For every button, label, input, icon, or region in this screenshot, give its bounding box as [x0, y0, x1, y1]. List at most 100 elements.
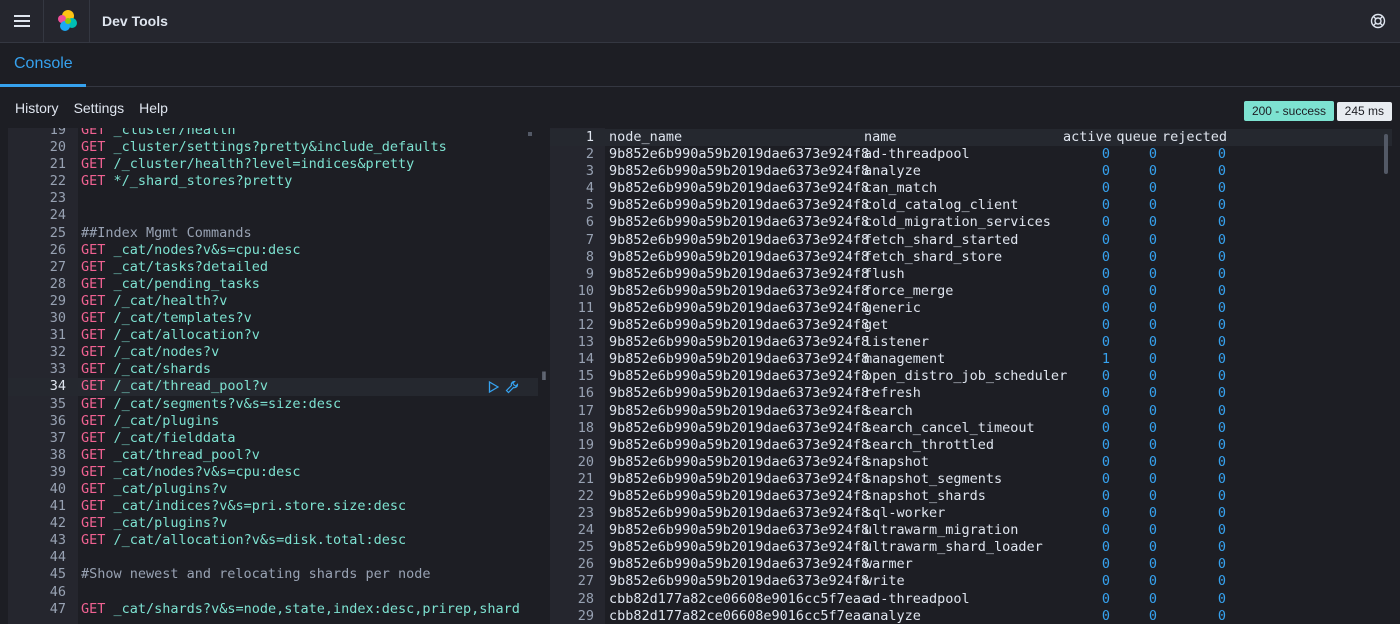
editor-line[interactable]: 45 #Show newest and relocating shards per… [8, 566, 538, 583]
cell-node-name: 9b852e6b990a59b2019dae6373e924f8 [609, 487, 870, 504]
line-number: 21 [49, 156, 66, 173]
cell-queue: 0 [1148, 197, 1157, 214]
editor-line[interactable]: 25 ##Index Mgmt Commands [8, 225, 538, 242]
editor-line[interactable]: 39 GET _cat/nodes?v&s=cpu:desc [8, 464, 538, 481]
editor-line[interactable]: 46 [8, 584, 538, 601]
editor-line[interactable]: 40 GET _cat/plugins?v [8, 481, 538, 498]
output-row: 3 9b852e6b990a59b2019dae6373e924f8 analyze… [550, 163, 1392, 180]
code-text: ##Index Mgmt Commands [81, 225, 252, 242]
editor-line[interactable]: 27 GET _cat/tasks?detailed [8, 259, 538, 276]
editor-line[interactable]: 30 GET /_cat/templates?v [8, 310, 538, 327]
settings-link[interactable]: Settings [74, 100, 125, 116]
output-row: 10 9b852e6b990a59b2019dae6373e924f8 force_… [550, 283, 1392, 300]
line-number: 6 [585, 214, 594, 231]
editor-line[interactable]: 44 [8, 549, 538, 566]
editor-line[interactable]: 23 [8, 190, 538, 207]
cell-node-name: 9b852e6b990a59b2019dae6373e924f8 [609, 573, 870, 590]
output-row: 25 9b852e6b990a59b2019dae6373e924f8 ultraw… [550, 539, 1392, 556]
editor-line[interactable]: 33 GET /_cat/shards [8, 361, 538, 378]
cell-rejected: 0 [1217, 197, 1226, 214]
http-method: GET [81, 156, 106, 173]
cell-rejected: 0 [1217, 146, 1226, 163]
request-editor[interactable]: 19 GET _cluster/health 20 GET _cluster/sett… [8, 128, 538, 624]
tab-active-indicator [0, 84, 86, 87]
response-output[interactable]: 1 node_name name active queue rejected 2 9b852e… [550, 128, 1392, 624]
editor-line[interactable]: 28 GET _cat/pending_tasks [8, 276, 538, 293]
code-text: #Show newest and relocating shards per n… [81, 566, 431, 583]
cell-rejected: 0 [1217, 334, 1226, 351]
output-row: 12 9b852e6b990a59b2019dae6373e924f8 get 0 0 0 [550, 317, 1392, 334]
line-number: 37 [49, 429, 66, 446]
line-number: 1 [585, 129, 594, 145]
cell-active: 0 [1101, 282, 1110, 299]
tab-console[interactable]: Console [14, 55, 73, 73]
cell-name: generic [864, 299, 921, 316]
top-header: Dev Tools [0, 0, 1400, 43]
history-link[interactable]: History [15, 100, 59, 116]
output-scrollbar[interactable] [1384, 134, 1388, 174]
cell-node-name: 9b852e6b990a59b2019dae6373e924f8 [609, 317, 870, 334]
cell-queue: 0 [1148, 214, 1157, 231]
cell-name: refresh [864, 385, 921, 402]
editor-line[interactable]: 29 GET /_cat/health?v [8, 293, 538, 310]
line-number: 34 [49, 378, 66, 395]
cell-name: fetch_shard_store [864, 248, 1003, 265]
editor-line[interactable]: 21 GET /_cluster/health?level=indices&pre… [8, 156, 538, 173]
cell-rejected: 0 [1217, 539, 1226, 556]
editor-line[interactable]: 35 GET /_cat/segments?v&s=size:desc [8, 396, 538, 413]
column-header-name: name [864, 129, 897, 145]
column-header-active: active [1063, 129, 1112, 145]
code-text: GET /_cat/health?v [81, 293, 227, 310]
line-number: 18 [577, 419, 594, 436]
elastic-logo[interactable] [44, 0, 90, 43]
editor-line[interactable]: 20 GET _cluster/settings?pretty&include_d… [8, 139, 538, 156]
editor-line[interactable]: 19 GET _cluster/health [8, 128, 538, 139]
cell-rejected: 0 [1217, 522, 1226, 539]
cell-queue: 0 [1148, 419, 1157, 436]
cell-name: warmer [864, 556, 913, 573]
panel-resize-handle[interactable]: ‖ [538, 128, 550, 624]
help-menu-button[interactable] [1368, 11, 1388, 31]
line-number: 29 [577, 607, 594, 624]
request-path: _cat/thread_pool?v [113, 446, 260, 463]
line-number: 16 [577, 385, 594, 402]
editor-line[interactable]: 42 GET _cat/plugins?v [8, 515, 538, 532]
play-icon[interactable] [488, 380, 499, 393]
editor-line[interactable]: 38 GET _cat/thread_pool?v [8, 447, 538, 464]
cell-rejected: 0 [1217, 453, 1226, 470]
http-method: GET [81, 327, 106, 344]
cell-active: 0 [1101, 146, 1110, 163]
request-path: _cat/nodes?v&s=cpu:desc [113, 241, 301, 258]
column-header-node-name: node_name [609, 129, 683, 145]
line-number: 23 [577, 505, 594, 522]
cell-rejected: 0 [1217, 231, 1226, 248]
editor-line[interactable]: 41 GET _cat/indices?v&s=pri.store.size:de… [8, 498, 538, 515]
editor-line[interactable]: 31 GET /_cat/allocation?v [8, 327, 538, 344]
editor-line[interactable]: 43 GET /_cat/allocation?v&s=disk.total:de… [8, 532, 538, 549]
line-number: 20 [49, 139, 66, 156]
editor-line[interactable]: 32 GET /_cat/nodes?v [8, 344, 538, 361]
wrench-icon[interactable] [505, 380, 519, 394]
help-link[interactable]: Help [139, 100, 168, 116]
request-path: /_cat/health?v [113, 292, 228, 309]
editor-line[interactable]: 47 GET _cat/shards?v&s=node,state,index:d… [8, 601, 538, 618]
request-path: _cluster/settings?pretty&include_default… [113, 139, 447, 156]
menu-button[interactable] [0, 0, 44, 43]
line-number: 21 [577, 470, 594, 487]
line-number: 26 [577, 556, 594, 573]
editor-line[interactable]: 26 GET _cat/nodes?v&s=cpu:desc [8, 242, 538, 259]
editor-line[interactable]: 34 GET /_cat/thread_pool?v [8, 378, 538, 396]
editor-line[interactable]: 37 GET /_cat/fielddata [8, 430, 538, 447]
cell-rejected: 0 [1217, 317, 1226, 334]
editor-line[interactable]: 36 GET /_cat/plugins [8, 413, 538, 430]
editor-line[interactable]: 22 GET */_shard_stores?pretty [8, 173, 538, 190]
cell-active: 0 [1101, 573, 1110, 590]
cell-active: 1 [1101, 351, 1110, 368]
line-number: 24 [577, 522, 594, 539]
editor-line[interactable]: 24 [8, 207, 538, 224]
line-number: 35 [49, 395, 66, 412]
http-method: GET [81, 378, 106, 395]
request-path: _cat/plugins?v [113, 515, 228, 532]
cell-active: 0 [1101, 436, 1110, 453]
line-number: 36 [49, 412, 66, 429]
